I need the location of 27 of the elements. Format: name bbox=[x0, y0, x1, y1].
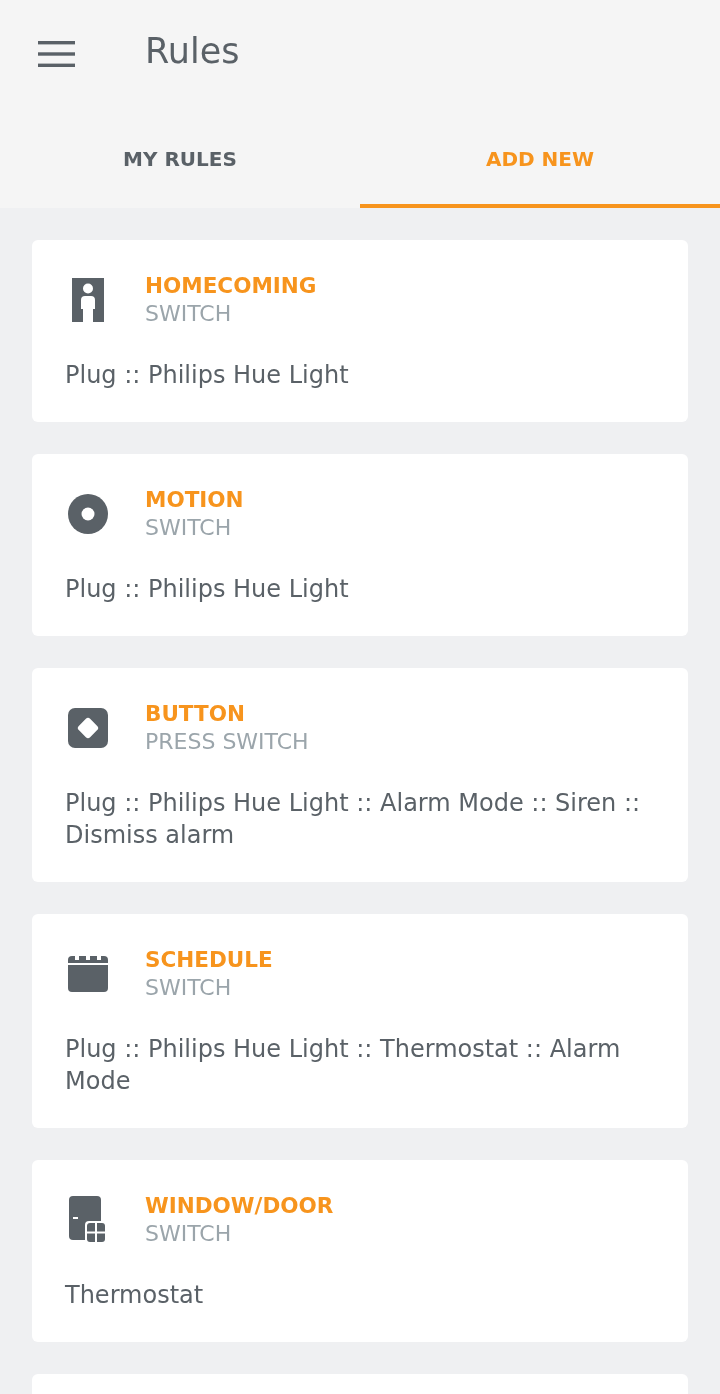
door-icon bbox=[69, 1196, 107, 1244]
menu-icon[interactable] bbox=[38, 41, 75, 67]
rule-card[interactable]: SCHEDULE SWITCH Plug :: Philips Hue Light :: Thermostat :: Alarm Mode bbox=[32, 914, 688, 1128]
rule-name: MOTION bbox=[145, 486, 245, 514]
rule-actions: Plug :: Philips Hue Light :: Thermostat :: Alarm Mode bbox=[65, 1034, 622, 1097]
rule-type: SWITCH bbox=[145, 300, 233, 328]
rule-actions: Plug :: Philips Hue Light bbox=[65, 574, 350, 605]
rule-card[interactable]: WINDOW/DOOR SWITCH Thermostat bbox=[32, 1160, 688, 1342]
rule-actions: Thermostat bbox=[65, 1280, 205, 1311]
rule-type: SWITCH bbox=[145, 514, 233, 542]
calendar-icon bbox=[68, 956, 108, 992]
rule-name: WINDOW/DOOR bbox=[145, 1192, 335, 1220]
rule-name: BUTTON bbox=[145, 700, 246, 728]
rule-card[interactable]: BUTTON PRESS SWITCH Plug :: Philips Hue Light :: Alarm Mode :: Siren :: Dismiss alarm bbox=[32, 668, 688, 882]
rule-name: HOMECOMING bbox=[145, 272, 318, 300]
rule-type: SWITCH bbox=[145, 974, 233, 1002]
rule-card[interactable]: MOTION SWITCH Plug :: Philips Hue Light bbox=[32, 454, 688, 636]
rule-actions: Plug :: Philips Hue Light bbox=[65, 360, 350, 391]
ring-icon bbox=[68, 494, 108, 534]
person-icon bbox=[72, 278, 104, 322]
rule-type: PRESS SWITCH bbox=[145, 728, 310, 756]
screen-title: Rules bbox=[145, 31, 240, 71]
rule-name: SCHEDULE bbox=[145, 946, 274, 974]
tab[interactable]: MY RULES bbox=[0, 110, 360, 208]
rule-actions: Plug :: Philips Hue Light :: Alarm Mode :: Siren :: Dismiss alarm bbox=[65, 788, 642, 851]
rule-type: SWITCH bbox=[145, 1220, 233, 1248]
rule-card[interactable]: HOMECOMING SWITCH Plug :: Philips Hue Light bbox=[32, 240, 688, 422]
